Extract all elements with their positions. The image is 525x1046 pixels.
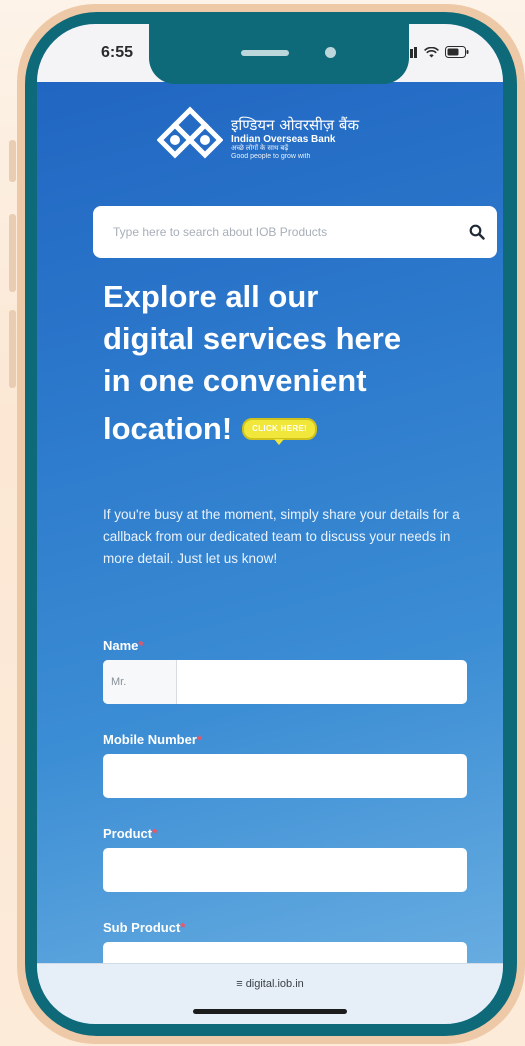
name-field: Mr. [103,660,467,704]
phone-screen: 6:55 इण्डियन ओवरसीज़ बैंक Indian Oversea… [37,24,503,1024]
url-text: digital.iob.in [245,978,304,990]
bank-name-english: Indian Overseas Bank [231,133,336,145]
click-here-badge[interactable]: CLICK HERE! [242,418,318,445]
mobile-number-input[interactable] [103,754,467,798]
required-mark: * [180,920,186,935]
sub-product-label-text: Sub Product [103,920,181,935]
product-search-bar [93,206,497,258]
bank-name-hindi: इण्डियन ओवरसीज़ बैंक [231,115,360,134]
required-mark: * [138,638,144,653]
name-label-text: Name [103,638,139,653]
search-icon[interactable] [469,224,485,240]
phone-mute-switch [9,140,16,182]
mobile-field [103,754,467,798]
required-mark: * [196,732,202,747]
battery-icon [445,46,469,58]
salutation-select[interactable]: Mr. [103,660,177,704]
bank-logo-text: इण्डियन ओवरसीज़ बैंक Indian Overseas Ban… [231,115,360,162]
search-input[interactable] [111,224,469,240]
sub-product-label: Sub Product* [103,920,185,935]
mobile-label-text: Mobile Number [103,732,197,747]
address-bar-url: ≡ digital.iob.in [37,978,503,990]
status-icons [402,46,469,58]
status-time: 6:55 [101,44,134,61]
headline-line-1: Explore all our [103,279,319,314]
headline-line-2: digital services here [103,321,402,356]
phone-volume-down-button [9,310,16,388]
phone-frame: 6:55 इण्डियन ओवरसीज़ बैंक Indian Oversea… [17,4,525,1044]
lock-icon: ≡ [236,978,243,990]
iob-emblem-icon [157,106,223,159]
name-label: Name* [103,638,143,653]
required-mark: * [152,826,158,841]
product-label: Product* [103,826,157,841]
phone-notch [149,24,409,84]
phone-bezel: 6:55 इण्डियन ओवरसीज़ बैंक Indian Oversea… [25,12,517,1036]
headline-line-3: in one convenient [103,363,367,398]
browser-address-bar[interactable]: ≡ digital.iob.in [37,963,503,1024]
product-label-text: Product [103,826,153,841]
front-camera [325,47,336,58]
callback-intro-text: If you're busy at the moment, simply sha… [103,507,460,566]
headline-line-4: location! [103,411,233,446]
product-field [103,848,467,892]
page-background: 6:55 इण्डियन ओवरसीज़ बैंक Indian Oversea… [0,0,525,1046]
page-headline: Explore all our digital services here in… [103,276,483,450]
mobile-label: Mobile Number* [103,732,202,747]
earpiece-speaker [241,50,289,56]
product-select[interactable] [103,848,467,892]
phone-volume-up-button [9,214,16,292]
home-indicator[interactable] [193,1009,347,1014]
bank-tagline-english: Good people to grow with [231,153,311,161]
name-input[interactable] [177,660,467,704]
wifi-icon [424,46,439,57]
headline-last-line: location! CLICK HERE! [103,408,483,450]
bank-tagline-hindi: अच्छे लोगों के साथ बढ़ें [231,145,289,153]
bank-logo[interactable]: इण्डियन ओवरसीज़ बैंक Indian Overseas Ban… [157,106,359,172]
